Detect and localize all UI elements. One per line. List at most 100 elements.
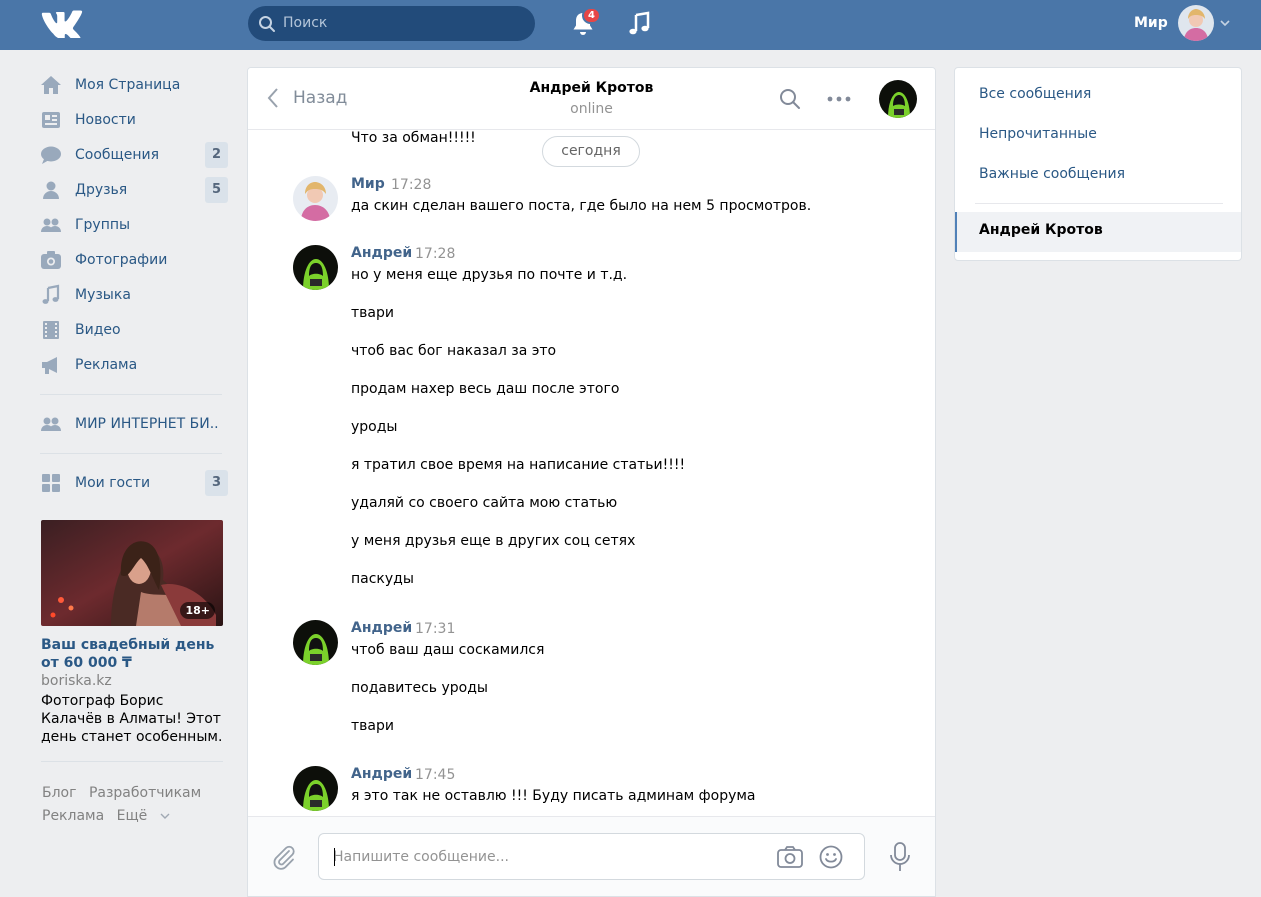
ad-image[interactable]: 18+ bbox=[41, 520, 223, 626]
sidebar-item-guests[interactable]: Мои гости 3 bbox=[40, 465, 230, 500]
sidebar-divider bbox=[40, 394, 222, 395]
author-name[interactable]: Андрей bbox=[351, 245, 412, 261]
message-composer bbox=[248, 816, 935, 896]
home-icon bbox=[41, 75, 61, 94]
filter-all-messages[interactable]: Все сообщения bbox=[979, 86, 1091, 102]
ad-title[interactable]: Ваш свадебный день от 60 000 ₸ bbox=[41, 636, 224, 672]
chevron-down-icon bbox=[160, 813, 170, 819]
message-history[interactable]: Что за обман!!!!! сегодня Мир 17:28 да с… bbox=[248, 130, 935, 818]
sidebar-item-label: Реклама bbox=[75, 356, 138, 373]
message-text: твари bbox=[351, 305, 394, 321]
active-dialog-item[interactable]: Андрей Кротов bbox=[955, 212, 1241, 252]
microphone-icon[interactable] bbox=[888, 841, 912, 873]
paperclip-icon[interactable] bbox=[270, 843, 298, 871]
message-text: Что за обман!!!!! bbox=[351, 130, 476, 146]
messages-icon bbox=[41, 146, 61, 164]
sidebar-item-ads[interactable]: Реклама bbox=[40, 347, 230, 382]
chat-panel: Назад Андрей Кротов online Что за обман!… bbox=[247, 67, 936, 897]
sidebar-item-video[interactable]: Видео bbox=[40, 312, 230, 347]
camera-icon bbox=[41, 250, 61, 269]
sidebar-item-label: Фотографии bbox=[75, 251, 168, 268]
author-avatar[interactable] bbox=[293, 620, 338, 665]
sidebar-item-label: Сообщения bbox=[75, 146, 160, 163]
message-input-box[interactable] bbox=[318, 833, 865, 880]
author-name[interactable]: Андрей bbox=[351, 620, 412, 636]
news-icon bbox=[42, 111, 60, 128]
groups-icon bbox=[41, 218, 61, 232]
sidebar-item-my-page[interactable]: Моя Страница bbox=[40, 67, 230, 102]
left-sidebar: Моя Страница Новости Сообщения 2 Друзья … bbox=[40, 67, 230, 500]
peer-avatar[interactable] bbox=[879, 80, 917, 118]
message-input[interactable] bbox=[333, 834, 763, 879]
music-player-icon[interactable] bbox=[626, 11, 654, 37]
message-text: я тратил свое время на написание статьи!… bbox=[351, 457, 686, 473]
messages-count-badge: 2 bbox=[205, 142, 228, 168]
footer-links: Блог Разработчикам Реклама Ещё bbox=[42, 782, 232, 828]
sidebar-divider bbox=[41, 761, 223, 762]
sidebar-item-label: Мои гости bbox=[75, 474, 151, 491]
friends-count-badge: 5 bbox=[205, 177, 228, 203]
sidebar-item-label: Видео bbox=[75, 321, 121, 338]
sidebar-item-news[interactable]: Новости bbox=[40, 102, 230, 137]
chevron-down-icon[interactable] bbox=[1219, 18, 1231, 28]
footer-link-more[interactable]: Ещё bbox=[117, 808, 170, 824]
message-time: 17:45 bbox=[415, 767, 456, 783]
sidebar-item-label: Моя Страница bbox=[75, 76, 181, 93]
sidebar-item-messages[interactable]: Сообщения 2 bbox=[40, 137, 230, 172]
footer-link-more-label: Ещё bbox=[116, 808, 148, 824]
author-name[interactable]: Мир bbox=[351, 176, 385, 192]
search-icon[interactable] bbox=[779, 88, 801, 110]
footer-link-developers[interactable]: Разработчикам bbox=[89, 785, 201, 801]
more-options-icon[interactable] bbox=[825, 90, 853, 108]
sidebar-item-label: МИР ИНТЕРНЕТ БИ.. bbox=[75, 415, 219, 432]
message-time: 17:28 bbox=[391, 177, 432, 193]
footer-link-ads[interactable]: Реклама bbox=[42, 808, 104, 824]
filter-unread[interactable]: Непрочитанные bbox=[979, 126, 1097, 142]
author-avatar[interactable] bbox=[293, 176, 338, 221]
sidebar-item-friends[interactable]: Друзья 5 bbox=[40, 172, 230, 207]
filter-important[interactable]: Важные сообщения bbox=[979, 166, 1125, 182]
search-box[interactable]: Поиск bbox=[248, 6, 535, 41]
sidebar-item-label: Друзья bbox=[75, 181, 128, 198]
message-time: 17:31 bbox=[415, 621, 456, 637]
message-time: 17:28 bbox=[415, 246, 456, 262]
search-input[interactable]: Поиск bbox=[283, 6, 327, 41]
sidebar-item-label: Новости bbox=[75, 111, 136, 128]
ad-text: Фотограф Борис Калачёв в Алматы! Этот де… bbox=[41, 693, 223, 745]
notification-badge: 4 bbox=[582, 7, 601, 24]
sidebar-item-photos[interactable]: Фотографии bbox=[40, 242, 230, 277]
top-user-name[interactable]: Мир bbox=[1134, 15, 1168, 31]
user-avatar[interactable] bbox=[1178, 5, 1214, 41]
sidebar-item-music[interactable]: Музыка bbox=[40, 277, 230, 312]
search-icon bbox=[259, 16, 275, 32]
message-text: уроды bbox=[351, 419, 398, 435]
active-dialog-label: Андрей Кротов bbox=[979, 222, 1103, 238]
message-filters-panel: Все сообщения Непрочитанные Важные сообщ… bbox=[954, 67, 1242, 261]
message-text: чтоб вас бог наказал за это bbox=[351, 343, 557, 359]
chat-header: Назад Андрей Кротов online bbox=[248, 68, 935, 130]
message-text: да скин сделан вашего поста, где было на… bbox=[351, 198, 812, 214]
message-text: паскуды bbox=[351, 571, 414, 587]
sidebar-item-label: Группы bbox=[75, 216, 131, 233]
sidebar-item-label: Музыка bbox=[75, 286, 131, 303]
guests-count-badge: 3 bbox=[205, 470, 228, 496]
emoji-icon[interactable] bbox=[819, 845, 843, 869]
ad-domain: boriska.kz bbox=[41, 673, 112, 689]
footer-link-blog[interactable]: Блог bbox=[42, 785, 76, 801]
author-name[interactable]: Андрей bbox=[351, 766, 412, 782]
message-text: продам нахер весь даш после этого bbox=[351, 381, 620, 397]
author-avatar[interactable] bbox=[293, 766, 338, 811]
age-rating-badge: 18+ bbox=[180, 602, 215, 619]
film-icon bbox=[43, 320, 59, 339]
camera-icon[interactable] bbox=[776, 845, 804, 869]
sidebar-ad[interactable]: 18+ Ваш свадебный день от 60 000 ₸ boris… bbox=[41, 520, 224, 762]
vk-logo-icon[interactable] bbox=[40, 10, 84, 38]
message-text: чтоб ваш даш соскамился bbox=[351, 642, 545, 658]
sidebar-item-groups[interactable]: Группы bbox=[40, 207, 230, 242]
text-caret bbox=[334, 848, 335, 866]
sidebar-divider bbox=[40, 453, 222, 454]
community-icon bbox=[41, 417, 61, 431]
megaphone-icon bbox=[42, 356, 57, 374]
sidebar-item-community[interactable]: МИР ИНТЕРНЕТ БИ.. bbox=[40, 406, 230, 441]
author-avatar[interactable] bbox=[293, 245, 338, 290]
